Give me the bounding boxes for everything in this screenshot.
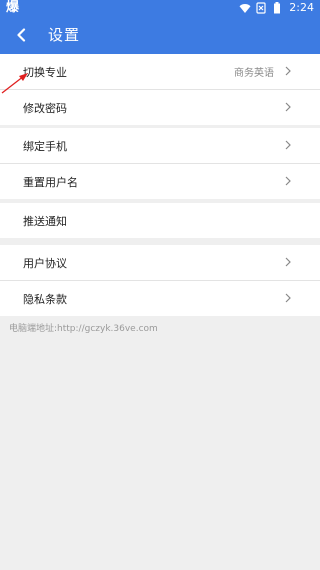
wifi-icon	[239, 4, 251, 13]
sim-disabled-icon	[256, 2, 266, 14]
back-chevron-icon	[17, 28, 26, 42]
back-button[interactable]	[10, 24, 32, 46]
clock: 2:24	[289, 1, 314, 14]
row-label: 推送通知	[23, 214, 67, 228]
chevron-right-icon	[285, 140, 291, 150]
pc-address-text: 电脑端地址:http://gczyk.36ve.com	[9, 324, 158, 334]
settings-group-account: 切换专业 商务英语 修改密码	[0, 54, 320, 125]
app-bar: 设置	[0, 16, 320, 54]
row-label: 修改密码	[23, 101, 67, 115]
chevron-right-icon	[285, 176, 291, 186]
annotation-arrow-icon	[1, 73, 28, 94]
settings-row-change-password[interactable]: 修改密码	[0, 90, 320, 125]
row-value-current-major: 商务英语	[234, 68, 274, 79]
row-label: 绑定手机	[23, 139, 67, 153]
settings-row-bind-phone[interactable]: 绑定手机	[0, 128, 320, 164]
settings-row-user-agreement[interactable]: 用户协议	[0, 245, 320, 281]
settings-group-legal: 用户协议 隐私条款	[0, 245, 320, 316]
chevron-right-icon	[285, 257, 291, 267]
row-label: 重置用户名	[23, 175, 78, 189]
settings-group-binding: 绑定手机 重置用户名	[0, 128, 320, 199]
settings-row-reset-username[interactable]: 重置用户名	[0, 164, 320, 199]
settings-row-push-notifications[interactable]: 推送通知	[0, 203, 320, 238]
app-notification-icon: 爆	[6, 0, 20, 15]
settings-row-switch-major[interactable]: 切换专业 商务英语	[0, 54, 320, 90]
chevron-right-icon	[285, 102, 291, 112]
status-bar: 爆 2:24	[0, 0, 320, 16]
settings-row-privacy-policy[interactable]: 隐私条款	[0, 281, 320, 316]
row-label: 用户协议	[23, 256, 67, 270]
settings-group-notifications: 推送通知	[0, 203, 320, 238]
chevron-right-icon	[285, 66, 291, 76]
battery-icon	[274, 2, 281, 14]
page-title: 设置	[48, 26, 81, 44]
status-icons: 2:24	[239, 0, 314, 16]
row-label: 隐私条款	[23, 292, 67, 306]
chevron-right-icon	[285, 293, 291, 303]
